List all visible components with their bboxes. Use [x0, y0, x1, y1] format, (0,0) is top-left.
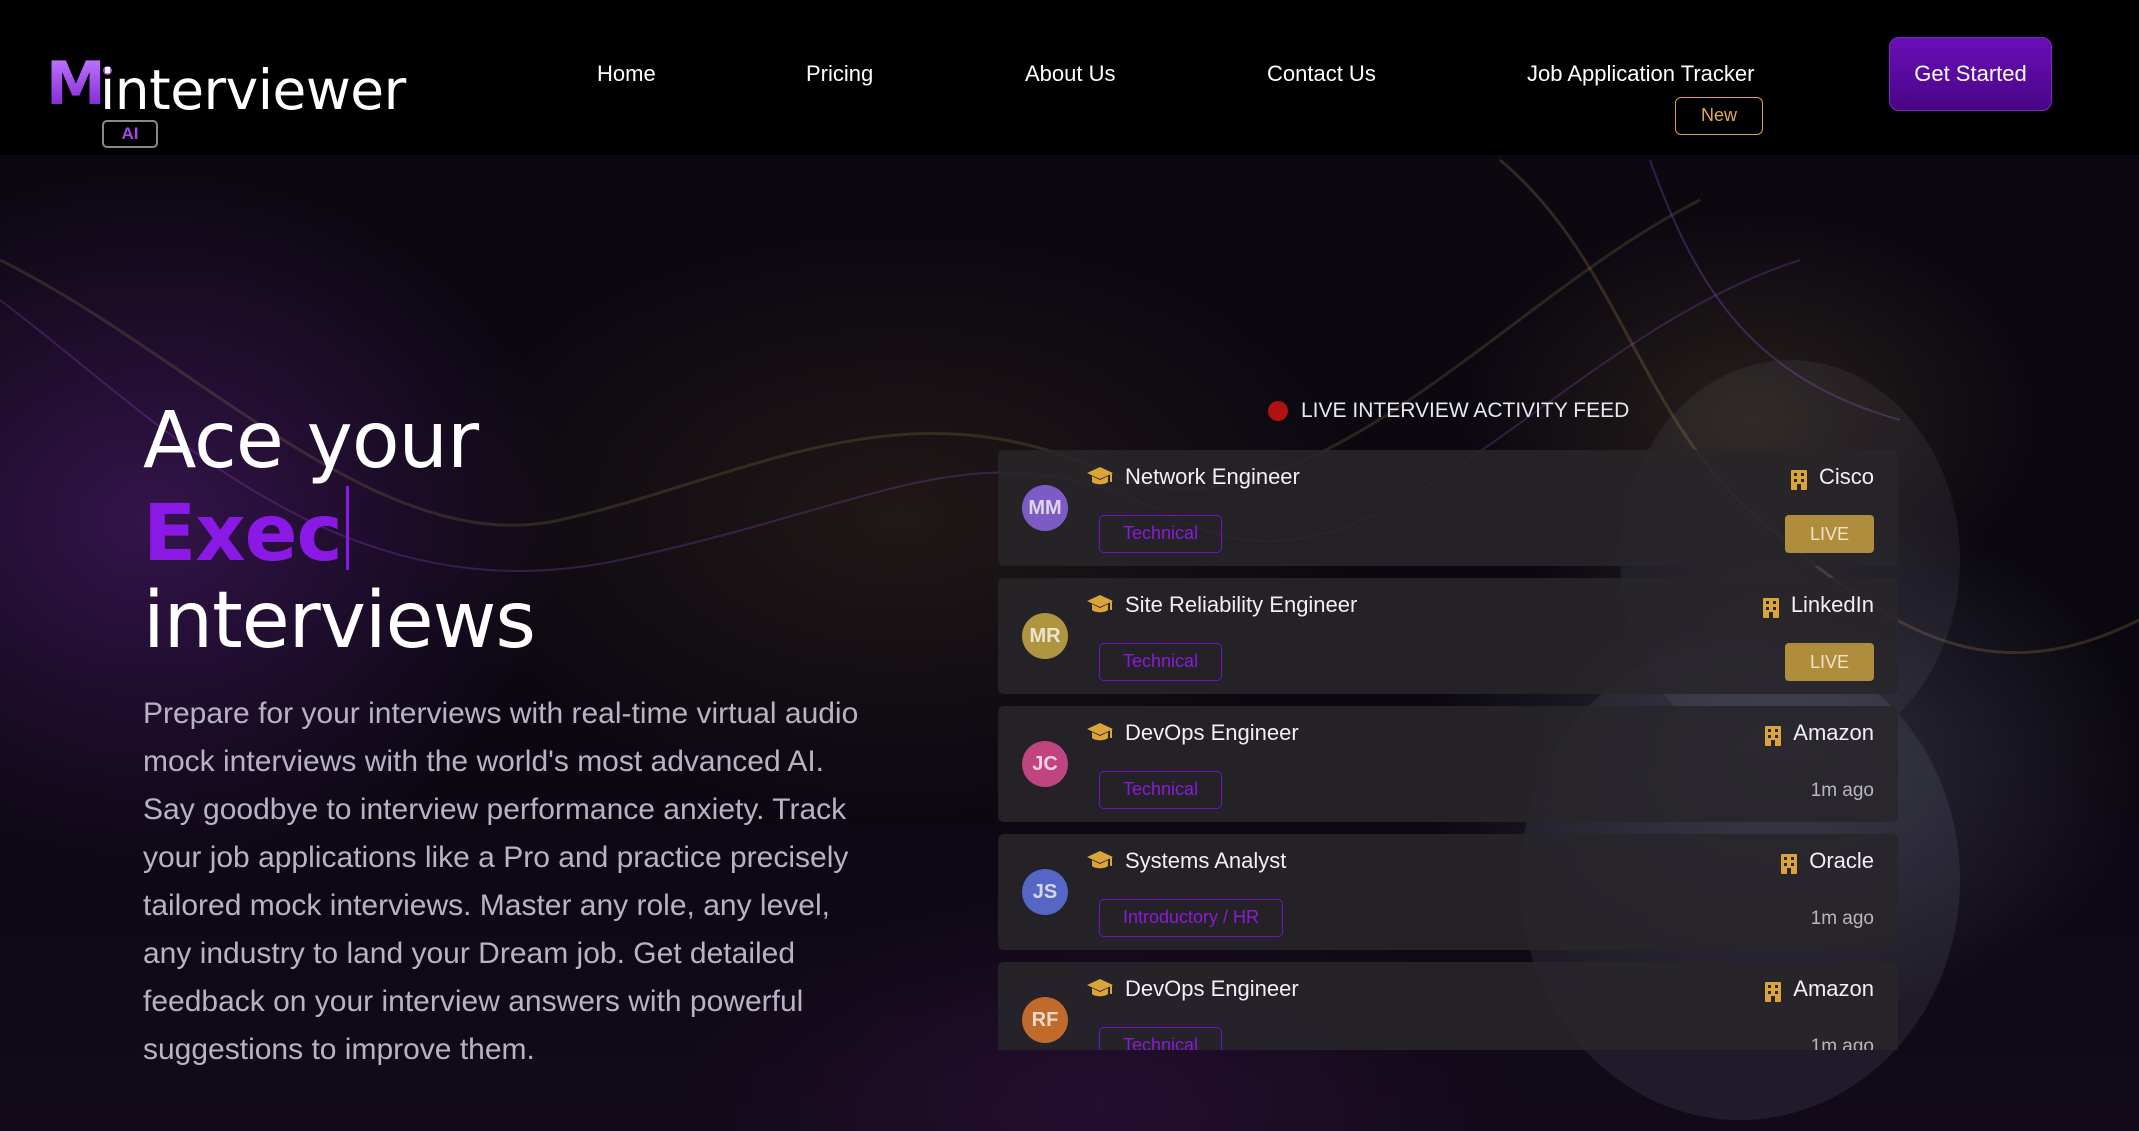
interview-type-tag: Technical [1099, 1027, 1223, 1050]
nav-about-us[interactable]: About Us [1025, 60, 1116, 88]
job-role: DevOps Engineer [1125, 720, 1299, 745]
graduation-cap-icon [1086, 722, 1114, 744]
site-header: M interviewer AI Home Pricing About Us C… [0, 0, 2139, 155]
activity-timestamp: 1m ago [1810, 1036, 1874, 1050]
nav-pricing[interactable]: Pricing [806, 60, 873, 88]
hero-heading-line-1: Ace your [143, 396, 479, 486]
live-indicator-icon [1268, 401, 1288, 421]
logo-wordmark: interviewer [100, 58, 406, 122]
interview-type-tag: Technical [1099, 515, 1223, 553]
company-name: Oracle [1781, 846, 1874, 876]
user-avatar: MR [1022, 613, 1068, 659]
building-icon [1790, 468, 1807, 490]
interview-type-tag: Introductory / HR [1099, 899, 1284, 937]
feed-card[interactable]: JC DevOps Engineer Technical Amazon 1m ago [998, 706, 1898, 822]
new-badge: New [1675, 97, 1763, 135]
graduation-cap-icon [1086, 594, 1114, 616]
graduation-cap-icon [1086, 850, 1114, 872]
company-name-text: Amazon [1793, 976, 1874, 1001]
feed-card[interactable]: MM Network Engineer Technical Cisco LIVE [998, 450, 1898, 566]
live-status-badge: LIVE [1785, 515, 1874, 553]
hero-heading-line-3: interviews [143, 576, 536, 666]
nav-contact-us[interactable]: Contact Us [1267, 60, 1376, 88]
live-feed-title-text: LIVE INTERVIEW ACTIVITY FEED [1301, 399, 1630, 422]
company-name-text: Amazon [1793, 720, 1874, 745]
company-name-text: Oracle [1809, 848, 1874, 873]
live-status-badge: LIVE [1785, 643, 1874, 681]
hero-heading-typed: Exec [143, 486, 349, 579]
building-icon [1781, 852, 1798, 874]
job-role: DevOps Engineer [1125, 976, 1299, 1001]
get-started-button[interactable]: Get Started [1889, 37, 2052, 111]
building-icon [1765, 980, 1782, 1002]
activity-feed-list[interactable]: MM Network Engineer Technical Cisco LIVE MR Si… [998, 450, 1898, 1050]
activity-timestamp: 1m ago [1810, 780, 1874, 801]
interview-type-tag: Technical [1099, 643, 1223, 681]
nav-job-application-tracker[interactable]: Job Application Tracker [1527, 60, 1754, 88]
graduation-cap-icon [1086, 978, 1114, 1000]
nav-home[interactable]: Home [597, 60, 656, 88]
building-icon [1765, 724, 1782, 746]
feed-card[interactable]: JS Systems Analyst Introductory / HR Oracle… [998, 834, 1898, 950]
user-avatar: JC [1022, 741, 1068, 787]
graduation-cap-icon [1086, 466, 1114, 488]
company-name: Cisco [1790, 462, 1874, 492]
hero-description: Prepare for your interviews with real-ti… [143, 697, 859, 1066]
company-name: LinkedIn [1762, 590, 1874, 620]
brand-logo[interactable]: M interviewer AI [46, 49, 406, 154]
company-name-text: Cisco [1818, 464, 1874, 489]
user-avatar: MM [1022, 485, 1068, 531]
user-avatar: RF [1022, 997, 1068, 1043]
job-role: Systems Analyst [1125, 848, 1287, 873]
user-avatar: JS [1022, 869, 1068, 915]
building-icon [1762, 596, 1779, 618]
feed-card[interactable]: RF DevOps Engineer Technical Amazon 1m ago [998, 962, 1898, 1050]
live-feed-title: LIVE INTERVIEW ACTIVITY FEED [1268, 396, 1629, 426]
company-name: Amazon [1765, 718, 1874, 748]
typing-caret [345, 486, 349, 570]
company-name-text: LinkedIn [1790, 592, 1874, 617]
feed-card[interactable]: MR Site Reliability Engineer Technical Link… [998, 578, 1898, 694]
job-role: Site Reliability Engineer [1125, 592, 1358, 617]
activity-timestamp: 1m ago [1810, 908, 1874, 929]
logo-ai-badge: AI [102, 120, 158, 148]
hero-typed-word: Exec [143, 489, 343, 579]
interview-type-tag: Technical [1099, 771, 1223, 809]
logo-letter: M [46, 49, 106, 119]
company-name: Amazon [1765, 974, 1874, 1004]
job-role: Network Engineer [1125, 464, 1300, 489]
